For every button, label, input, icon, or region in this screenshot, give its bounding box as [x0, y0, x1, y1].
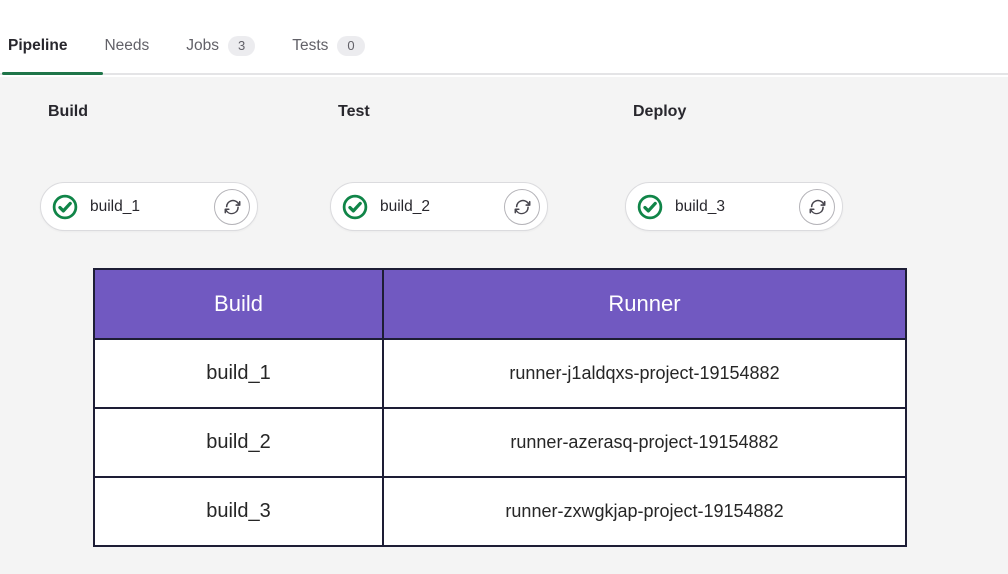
job-name: build_1 — [90, 198, 214, 216]
build-cell: build_1 — [94, 339, 383, 408]
retry-icon — [224, 198, 241, 215]
tab-bar: Pipeline Needs Jobs 3 Tests 0 — [0, 0, 1008, 75]
tab-needs-label: Needs — [104, 37, 149, 55]
column-header-runner: Runner — [383, 269, 906, 339]
retry-job-button[interactable] — [214, 189, 250, 225]
table-row: build_3 runner-zxwgkjap-project-19154882 — [94, 477, 906, 546]
tab-needs[interactable]: Needs — [104, 37, 149, 55]
job-name: build_2 — [380, 198, 504, 216]
jobs-count-badge: 3 — [228, 36, 255, 56]
pipeline-graph-area: Build build_1 Test — [0, 77, 1008, 574]
tabs-list: Pipeline Needs Jobs 3 Tests 0 — [8, 36, 365, 56]
tab-pipeline[interactable]: Pipeline — [8, 37, 67, 55]
pipeline-page: Pipeline Needs Jobs 3 Tests 0 Build — [0, 0, 1008, 574]
retry-job-button[interactable] — [799, 189, 835, 225]
build-cell: build_3 — [94, 477, 383, 546]
runner-cell: runner-azerasq-project-19154882 — [383, 408, 906, 477]
stage-title: Deploy — [633, 103, 686, 121]
column-header-build: Build — [94, 269, 383, 339]
status-success-icon — [52, 194, 78, 220]
tab-jobs-label: Jobs — [186, 37, 219, 55]
active-tab-underline — [2, 72, 103, 75]
tab-tests-label: Tests — [292, 37, 328, 55]
table-row: build_2 runner-azerasq-project-19154882 — [94, 408, 906, 477]
job-pill-build_3[interactable]: build_3 — [625, 182, 843, 231]
stage-title: Test — [338, 103, 370, 121]
tab-jobs[interactable]: Jobs 3 — [186, 36, 255, 56]
status-success-icon — [342, 194, 368, 220]
tab-tests[interactable]: Tests 0 — [292, 36, 364, 56]
job-pill-build_2[interactable]: build_2 — [330, 182, 548, 231]
retry-job-button[interactable] — [504, 189, 540, 225]
status-success-icon — [637, 194, 663, 220]
build-cell: build_2 — [94, 408, 383, 477]
job-name: build_3 — [675, 198, 799, 216]
retry-icon — [514, 198, 531, 215]
tests-count-badge: 0 — [337, 36, 364, 56]
retry-icon — [809, 198, 826, 215]
stage-title: Build — [48, 103, 88, 121]
table-row: build_1 runner-j1aldqxs-project-19154882 — [94, 339, 906, 408]
tab-pipeline-label: Pipeline — [8, 37, 67, 55]
runner-cell: runner-j1aldqxs-project-19154882 — [383, 339, 906, 408]
table-header-row: Build Runner — [94, 269, 906, 339]
runner-cell: runner-zxwgkjap-project-19154882 — [383, 477, 906, 546]
job-pill-build_1[interactable]: build_1 — [40, 182, 258, 231]
build-runner-table: Build Runner build_1 runner-j1aldqxs-pro… — [93, 268, 907, 547]
